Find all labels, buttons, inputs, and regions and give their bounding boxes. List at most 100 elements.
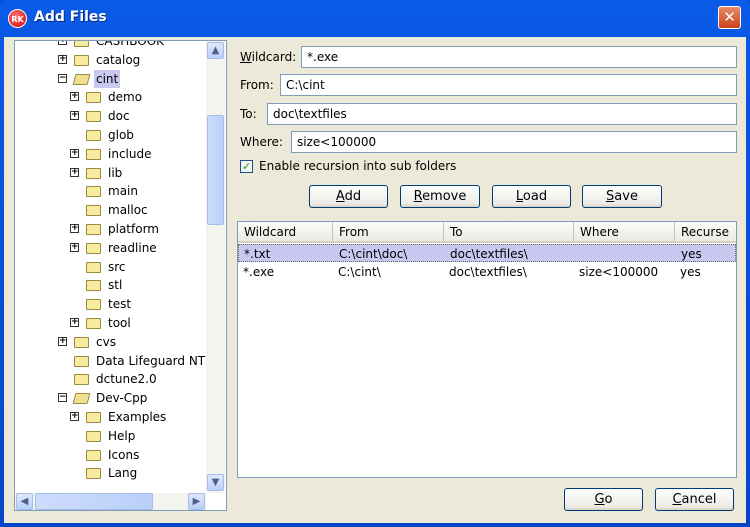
table-row[interactable]: *.txt C:\cint\doc\ doc\textfiles\ yes — [238, 244, 736, 262]
tree-item-label: catalog — [96, 52, 141, 67]
folder-icon — [86, 148, 101, 160]
folder-icon — [86, 205, 101, 217]
table-cell-recurse: yes — [680, 265, 701, 279]
expand-icon[interactable]: + — [58, 54, 67, 64]
go-button[interactable]: Go — [564, 488, 643, 511]
expand-icon[interactable]: + — [70, 148, 79, 158]
wildcard-input[interactable]: *.exe — [301, 46, 737, 68]
tree-item[interactable]: + include — [15, 145, 206, 163]
expand-icon[interactable]: + — [58, 41, 67, 45]
close-button[interactable]: ✕ — [718, 6, 741, 29]
tree-item[interactable]: + readline — [15, 239, 206, 257]
scroll-right-button[interactable]: ▶ — [188, 493, 205, 510]
title-bar[interactable]: RK Add Files ✕ — [0, 0, 750, 37]
tree-item[interactable]: + catalog — [15, 51, 206, 69]
remove-button[interactable]: Remove — [400, 185, 480, 208]
tree-item-label: main — [108, 184, 138, 199]
to-label: To: — [240, 107, 257, 121]
cancel-button[interactable]: Cancel — [655, 488, 734, 511]
tree-item[interactable]: Help — [15, 427, 206, 445]
scroll-left-button[interactable]: ◀ — [16, 493, 33, 510]
tree-item[interactable]: − Dev-Cpp — [15, 389, 206, 407]
table-row[interactable]: *.exe C:\cint\ doc\textfiles\ size<100000 ye… — [238, 263, 736, 281]
folder-icon — [86, 318, 101, 329]
tree-item-label: Examples — [108, 410, 167, 424]
tree-item-label: malloc — [108, 203, 148, 218]
tree-item-label: CASHBOOK — [96, 40, 165, 48]
column-header-wildcard[interactable]: Wildcard — [238, 222, 333, 243]
folder-icon — [86, 430, 101, 442]
scroll-up-button[interactable]: ▲ — [207, 42, 224, 59]
expand-icon[interactable]: + — [70, 111, 79, 121]
tree-item-label: readline — [108, 240, 157, 255]
horizontal-scrollbar[interactable]: ◀ ▶ — [15, 493, 206, 510]
where-label: Where: — [240, 135, 283, 149]
from-input[interactable]: C:\cint — [280, 74, 737, 96]
folder-icon — [86, 261, 101, 273]
tree-item[interactable]: + demo — [15, 88, 206, 106]
tree-item[interactable]: + doc — [15, 107, 206, 125]
scroll-down-button[interactable]: ▼ — [207, 474, 224, 491]
window-title: Add Files — [34, 9, 107, 25]
tree-item-label: cvs — [96, 334, 116, 349]
tree-item[interactable]: + tool — [15, 314, 206, 332]
tree-item[interactable]: Lang — [15, 464, 206, 482]
tree-item[interactable]: + lib — [15, 164, 206, 182]
where-input[interactable]: size<100000 — [291, 131, 737, 153]
table-cell-to: doc\textfiles\ — [450, 247, 528, 261]
expand-icon[interactable]: + — [70, 167, 79, 177]
tree-item-label: tool — [108, 316, 131, 330]
tree-item[interactable]: Icons — [15, 446, 206, 464]
recursion-label[interactable]: Enable recursion into sub folders — [259, 155, 456, 177]
collapse-icon[interactable]: − — [58, 73, 67, 83]
tree-item[interactable]: malloc — [15, 201, 206, 219]
tree-item[interactable]: Data Lifeguard NT — [15, 352, 206, 370]
folder-icon — [74, 355, 89, 367]
tree-item-label: cint — [94, 69, 121, 88]
recursion-checkbox[interactable]: ✓ — [240, 160, 253, 173]
tree-item[interactable]: + Examples — [15, 408, 206, 426]
expand-icon[interactable]: + — [58, 336, 67, 346]
expand-icon[interactable]: + — [70, 242, 79, 252]
tree-item[interactable]: main — [15, 182, 206, 200]
tree-item[interactable]: + platform — [15, 220, 206, 238]
tree-item-label: test — [108, 297, 132, 312]
close-icon: ✕ — [723, 8, 736, 26]
folder-icon — [86, 92, 101, 104]
collapse-icon[interactable]: − — [58, 393, 67, 403]
tree-item[interactable]: test — [15, 295, 206, 313]
folder-icon — [86, 299, 101, 311]
folder-tree[interactable]: + CASHBOOK + catalog − cint + demo + doc glob + incl… — [14, 40, 227, 511]
expand-icon[interactable]: + — [70, 92, 79, 102]
add-button[interactable]: Add — [309, 185, 388, 208]
vertical-scrollbar[interactable]: ▲ ▼ — [206, 41, 225, 493]
column-header-where[interactable]: Where — [574, 222, 675, 243]
tree-item[interactable]: glob — [15, 126, 206, 144]
tree-item[interactable]: dctune2.0 — [15, 370, 206, 388]
tree-item[interactable]: stl — [15, 276, 206, 294]
horizontal-scroll-thumb[interactable] — [35, 493, 153, 510]
to-input[interactable]: doc\textfiles — [267, 103, 737, 125]
column-header-from[interactable]: From — [333, 222, 444, 243]
save-button[interactable]: Save — [582, 185, 662, 208]
column-header-recurse[interactable]: Recurse — [675, 222, 736, 243]
table-cell-from: C:\cint\ — [338, 265, 381, 279]
vertical-scroll-thumb[interactable] — [207, 115, 224, 225]
table-cell-from: C:\cint\doc\ — [339, 247, 408, 261]
tree-item-label: src — [108, 259, 126, 274]
tree-item[interactable]: − cint — [15, 69, 206, 88]
tree-item-label: include — [108, 146, 152, 161]
table-cell-to: doc\textfiles\ — [449, 265, 527, 279]
open-folder-icon — [72, 393, 91, 405]
tree-item[interactable]: + CASHBOOK — [15, 40, 206, 50]
table-cell-wildcard: *.exe — [243, 265, 275, 279]
column-header-to[interactable]: To — [444, 222, 574, 243]
load-button[interactable]: Load — [492, 185, 571, 208]
tree-item[interactable]: src — [15, 258, 206, 276]
expand-icon[interactable]: + — [70, 318, 79, 327]
folder-icon — [86, 242, 101, 254]
expand-icon[interactable]: + — [70, 224, 79, 233]
tree-item[interactable]: + cvs — [15, 333, 206, 351]
folder-icon — [86, 412, 101, 423]
expand-icon[interactable]: + — [70, 412, 79, 421]
